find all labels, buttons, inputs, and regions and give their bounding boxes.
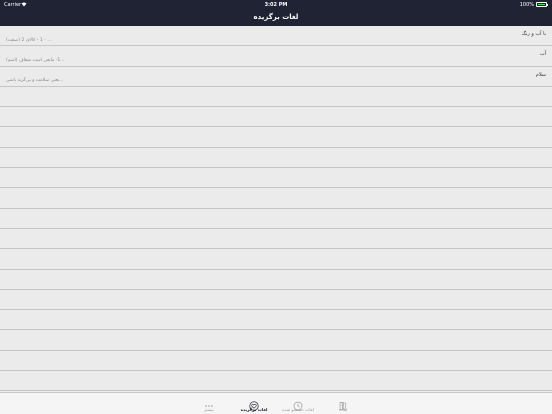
list-item[interactable]: آب (اسم) 1- مایعی است شفاف... <box>0 46 552 67</box>
list-item <box>0 188 552 209</box>
list-item <box>0 330 552 351</box>
word-meaning: (صفت) 1 - کالای 2 - ... <box>6 37 52 43</box>
list-item <box>0 269 552 290</box>
clock: 3:02 PM <box>264 1 288 8</box>
word-title: با آب و رنگ <box>521 31 546 37</box>
battery-icon <box>536 2 548 7</box>
list-item[interactable]: با آب و رنگ (صفت) 1 - کالای 2 - ... <box>0 26 552 47</box>
list-item <box>0 249 552 270</box>
tab-bar: بیشتر لغات برگزیده لغات جستجو شده لغات <box>0 392 552 414</box>
list-item <box>0 107 552 128</box>
heart-icon <box>249 396 259 411</box>
word-meaning: یعنی سلامت و بی‌گزند باشی... <box>6 78 64 84</box>
list-item <box>0 168 552 189</box>
list-item <box>0 147 552 169</box>
list-item[interactable]: سلام یعنی سلامت و بی‌گزند باشی... <box>0 66 552 87</box>
list-item <box>0 371 552 392</box>
tab-words[interactable]: لغات <box>323 394 363 414</box>
status-bar: Carrier 3:02 PM 100% <box>0 0 552 9</box>
more-icon <box>204 396 214 407</box>
word-meaning: (اسم) 1- مایعی است شفاف... <box>6 57 65 63</box>
list-item <box>0 86 552 108</box>
tab-favorites-label: لغات برگزیده <box>240 407 268 412</box>
history-icon <box>293 396 303 411</box>
page-title: لغات برگزیده <box>253 12 299 21</box>
tab-history[interactable]: لغات جستجو شده <box>278 394 318 414</box>
tab-more-label: بیشتر <box>204 407 214 412</box>
favorites-list[interactable]: با آب و رنگ (صفت) 1 - کالای 2 - ... آب (اسم… <box>0 26 552 392</box>
word-title: آب <box>539 51 546 58</box>
list-item <box>0 208 552 229</box>
book-icon <box>338 396 348 410</box>
tab-more[interactable]: بیشتر <box>189 394 229 414</box>
battery-percent: 100% <box>519 1 534 8</box>
list-item <box>0 127 552 148</box>
word-title: سلام <box>535 71 546 78</box>
list-item <box>0 228 552 250</box>
tab-favorites[interactable]: لغات برگزیده <box>234 394 274 414</box>
list-item <box>0 289 552 311</box>
tab-history-label: لغات جستجو شده <box>282 407 314 412</box>
tab-words-label: لغات <box>338 407 348 412</box>
list-item <box>0 310 552 331</box>
navigation-bar: لغات برگزیده <box>0 9 552 26</box>
list-item <box>0 350 552 372</box>
